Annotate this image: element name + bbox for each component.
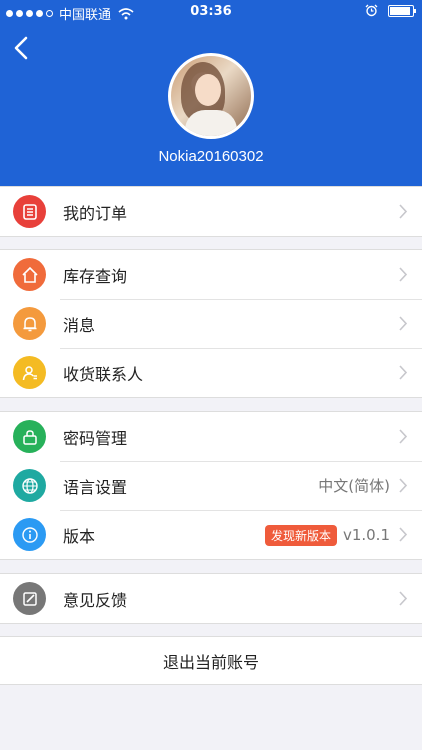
chevron-right-icon xyxy=(399,478,408,493)
menu-label: 版本 xyxy=(63,526,96,546)
bell-icon xyxy=(13,307,46,340)
menu-label: 密码管理 xyxy=(63,428,128,448)
menu-label: 消息 xyxy=(63,315,96,335)
menu-label: 收货联系人 xyxy=(63,364,144,384)
menu-item-feedback[interactable]: 意见反馈 xyxy=(0,574,422,623)
menu-label: 语言设置 xyxy=(63,477,128,497)
menu-label: 我的订单 xyxy=(63,203,128,223)
alarm-clock-icon xyxy=(365,4,378,17)
chevron-right-icon xyxy=(399,365,408,380)
info-icon xyxy=(13,518,46,551)
chevron-right-icon xyxy=(399,591,408,606)
home-icon xyxy=(13,258,46,291)
status-right xyxy=(365,4,416,17)
menu-item-password[interactable]: 密码管理 xyxy=(0,412,422,461)
lock-icon xyxy=(13,420,46,453)
menu-item-inventory-query[interactable]: 库存查询 xyxy=(0,250,422,299)
status-time: 03:36 xyxy=(190,4,232,19)
menu-item-version[interactable]: 版本 发现新版本 v1.0.1 xyxy=(0,510,422,559)
chevron-right-icon xyxy=(399,527,408,542)
version-value: v1.0.1 xyxy=(342,525,390,544)
battery-icon xyxy=(388,4,416,17)
menu-item-delivery-contacts[interactable]: 收货联系人 xyxy=(0,348,422,397)
avatar[interactable] xyxy=(168,53,254,139)
chevron-right-icon xyxy=(399,267,408,282)
menu-item-my-orders[interactable]: 我的订单 xyxy=(0,187,422,236)
username: Nokia20160302 xyxy=(158,148,264,165)
new-version-badge: 发现新版本 xyxy=(264,525,337,546)
menu-group-inventory: 库存查询 消息 收货联系人 xyxy=(0,249,422,398)
logout-button[interactable]: 退出当前账号 xyxy=(0,636,422,685)
language-value: 中文(简体) xyxy=(318,477,390,495)
chevron-right-icon xyxy=(399,204,408,219)
chevron-right-icon xyxy=(399,429,408,444)
globe-icon xyxy=(13,469,46,502)
profile-header: 中国联通 03:36 Nokia20160302 xyxy=(0,0,422,186)
status-bar: 中国联通 03:36 xyxy=(0,0,422,24)
avatar-face xyxy=(195,74,221,106)
menu-group-feedback: 意见反馈 xyxy=(0,573,422,624)
order-list-icon xyxy=(13,195,46,228)
menu-label: 意见反馈 xyxy=(63,590,128,610)
feedback-icon xyxy=(13,582,46,615)
contact-icon xyxy=(13,356,46,389)
menu-label: 库存查询 xyxy=(63,266,128,286)
chevron-right-icon xyxy=(399,316,408,331)
avatar-body xyxy=(185,110,237,136)
battery-fill xyxy=(390,6,410,15)
menu-item-messages[interactable]: 消息 xyxy=(0,299,422,348)
menu-item-language[interactable]: 语言设置 中文(简体) xyxy=(0,461,422,510)
menu-group-orders: 我的订单 xyxy=(0,186,422,237)
menu-group-settings: 密码管理 语言设置 中文(简体) 版本 发现新版本 v1.0.1 xyxy=(0,411,422,560)
back-arrow-icon[interactable] xyxy=(10,34,34,62)
